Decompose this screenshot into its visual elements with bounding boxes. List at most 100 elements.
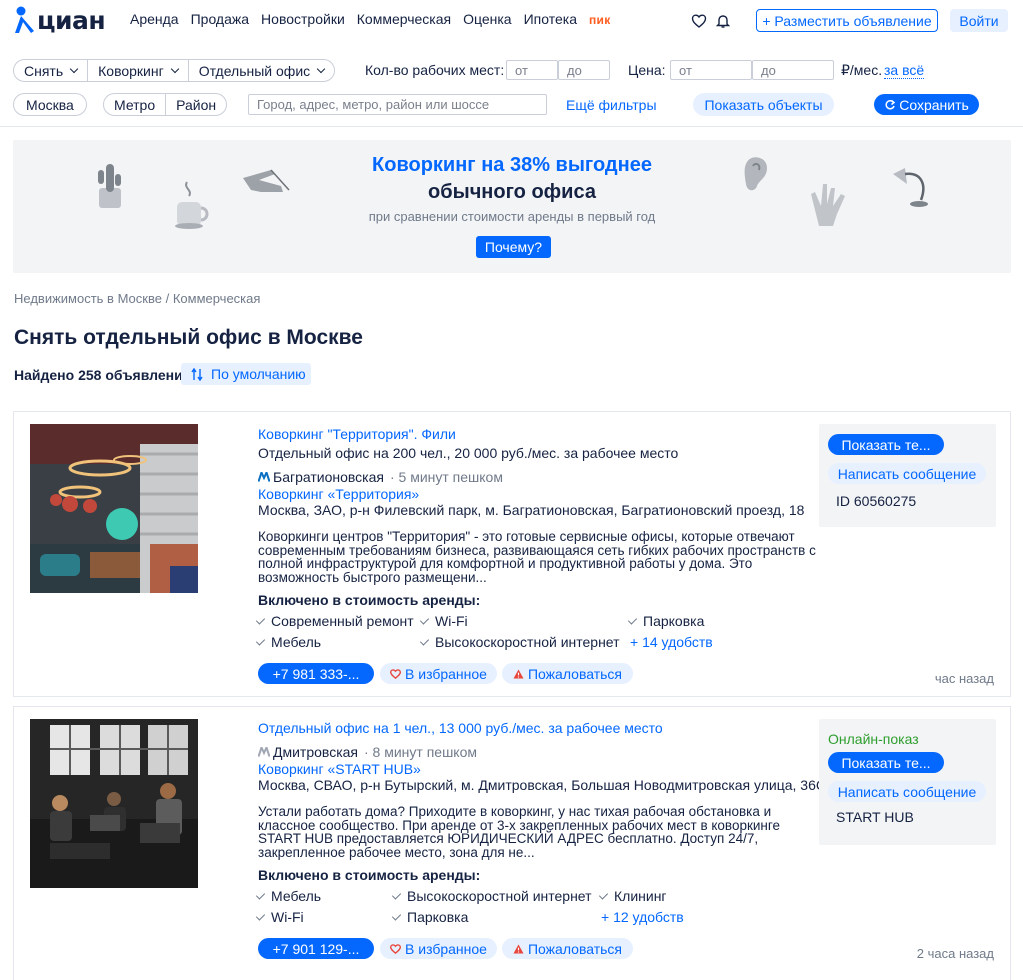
price-to-input[interactable]: до bbox=[752, 60, 834, 80]
main-nav: Аренда Продажа Новостройки Коммерческая … bbox=[130, 11, 611, 29]
deal-filter-group: Снять Коворкинг Отдельный офис bbox=[13, 59, 336, 82]
logo-icon bbox=[15, 6, 34, 33]
more-amenities-link[interactable]: + 12 удобств bbox=[601, 909, 684, 925]
report-label: Пожаловаться bbox=[527, 940, 622, 957]
amenity-item: Wi-Fi bbox=[419, 613, 468, 629]
report-button[interactable]: Пожаловаться bbox=[502, 938, 633, 959]
metro-name[interactable]: Багратионовская bbox=[273, 469, 384, 485]
amenity-item: Высокоскоростной интернет bbox=[419, 634, 620, 650]
amenity-item: Современный ремонт bbox=[255, 613, 414, 629]
heart-icon bbox=[390, 668, 402, 679]
show-phone-button[interactable]: Показать те... bbox=[828, 752, 944, 773]
heart-icon[interactable] bbox=[691, 13, 707, 29]
location-search-input[interactable]: Город, адрес, метро, район или шоссе bbox=[248, 94, 547, 115]
amenity-item: Парковка bbox=[627, 613, 705, 629]
deal-type-select[interactable]: Снять bbox=[14, 60, 89, 81]
amenity-item: Клининг bbox=[598, 888, 667, 904]
phone-button[interactable]: +7 901 129-... bbox=[258, 938, 374, 959]
listing-title[interactable]: Коворкинг "Территория". Фили bbox=[258, 426, 456, 442]
report-label: Пожаловаться bbox=[527, 665, 622, 682]
check-icon bbox=[255, 635, 266, 646]
save-search-label: Сохранить bbox=[899, 96, 969, 113]
post-ad-button[interactable]: + Разместить объявление bbox=[756, 9, 938, 32]
listing-address[interactable]: Москва, ЗАО, р-н Филевский парк, м. Багр… bbox=[258, 502, 804, 518]
warning-icon bbox=[513, 943, 524, 954]
promo-banner[interactable]: Коворкинг на 38% выгоднее обычного офиса… bbox=[13, 140, 1011, 273]
metro-name[interactable]: Дмитровская bbox=[273, 744, 358, 760]
heart-icon bbox=[390, 943, 402, 954]
report-button[interactable]: Пожаловаться bbox=[502, 663, 633, 684]
metro-station: Багратионовская · 5 минут пешком bbox=[258, 469, 503, 485]
login-button[interactable]: Войти bbox=[950, 9, 1008, 32]
banner-title-second-line: обычного офиса bbox=[428, 181, 596, 203]
included-label: Включено в стоимость аренды: bbox=[258, 592, 481, 608]
listing-title[interactable]: Отдельный офис на 1 чел., 13 000 руб./ме… bbox=[258, 720, 663, 736]
sort-icon bbox=[191, 367, 203, 381]
listing-description: Коворкинги центров "Территория" - это го… bbox=[258, 529, 816, 585]
workplaces-to-input[interactable]: до bbox=[558, 60, 610, 80]
amenity-item: Мебель bbox=[255, 634, 321, 650]
listing-card[interactable]: Коворкинг "Территория". Фили Отдельный о… bbox=[13, 411, 1011, 697]
sort-button[interactable]: По умолчанию bbox=[181, 363, 311, 385]
price-period-toggle[interactable]: за всё bbox=[884, 62, 925, 79]
nav-sale[interactable]: Продажа bbox=[191, 11, 249, 29]
more-amenities-link[interactable]: + 14 удобств bbox=[630, 634, 713, 650]
amenity-label: Клининг bbox=[614, 888, 667, 904]
header: циан Аренда Продажа Новостройки Коммерче… bbox=[0, 0, 1023, 42]
show-objects-button[interactable]: Показать объекты bbox=[693, 93, 834, 116]
write-message-button[interactable]: Написать сообщение bbox=[828, 781, 986, 802]
breadcrumb-commercial[interactable]: Коммерческая bbox=[173, 291, 261, 306]
check-icon bbox=[419, 635, 430, 646]
nav-valuation[interactable]: Оценка bbox=[463, 11, 512, 29]
contact-panel: Показать те... Написать сообщение ID 605… bbox=[819, 424, 996, 527]
more-filters-link[interactable]: Ещё фильтры bbox=[566, 97, 657, 113]
amenity-item: Мебель bbox=[255, 888, 322, 904]
check-icon bbox=[255, 614, 266, 625]
breadcrumb-realty[interactable]: Недвижимость в Москве bbox=[14, 291, 162, 306]
show-phone-button[interactable]: Показать те... bbox=[828, 434, 944, 455]
nav-pik[interactable]: пик bbox=[589, 11, 611, 29]
nav-commercial[interactable]: Коммерческая bbox=[357, 11, 451, 29]
amenity-label: Высокоскоростной интернет bbox=[435, 634, 620, 650]
price-from-input[interactable]: от bbox=[670, 60, 752, 80]
banner-why-button[interactable]: Почему? bbox=[476, 236, 551, 258]
listing-card[interactable]: Отдельный офис на 1 чел., 13 000 руб./ме… bbox=[13, 706, 1011, 980]
office-type-select[interactable]: Отдельный офис bbox=[189, 60, 334, 81]
logo[interactable]: циан bbox=[14, 3, 106, 37]
nav-rent[interactable]: Аренда bbox=[130, 11, 179, 29]
nav-mortgage[interactable]: Ипотека bbox=[524, 11, 577, 29]
logo-text: циан bbox=[37, 5, 106, 35]
city-select[interactable]: Москва bbox=[13, 93, 87, 116]
bell-icon[interactable] bbox=[715, 13, 731, 29]
coworking-link[interactable]: Коворкинг «Территория» bbox=[258, 486, 419, 502]
amenity-item: Wi-Fi bbox=[255, 909, 304, 925]
listing-photo[interactable] bbox=[30, 719, 198, 888]
write-message-button[interactable]: Написать сообщение bbox=[828, 463, 986, 484]
check-icon bbox=[598, 889, 609, 900]
listing-photo[interactable] bbox=[30, 424, 198, 593]
chevron-down-icon bbox=[69, 64, 79, 73]
add-to-favorites-button[interactable]: В избранное bbox=[380, 663, 497, 684]
workplaces-label: Кол-во рабочих мест: bbox=[365, 62, 505, 78]
walk-time: · 5 минут пешком bbox=[389, 469, 503, 485]
add-to-favorites-button[interactable]: В избранное bbox=[380, 938, 497, 959]
chevron-down-icon bbox=[170, 64, 179, 73]
category-select[interactable]: Коворкинг bbox=[88, 60, 189, 81]
deal-type-label: Снять bbox=[24, 62, 64, 79]
metro-toggle[interactable]: Метро bbox=[104, 94, 167, 115]
results-count: Найдено 258 объявлений bbox=[14, 367, 192, 383]
listing-address[interactable]: Москва, СВАО, р-н Бутырский, м. Дмитровс… bbox=[258, 777, 842, 793]
workplaces-from-input[interactable]: от bbox=[506, 60, 558, 80]
phone-button[interactable]: +7 981 333-... bbox=[258, 663, 374, 684]
location-type-group: Метро Район bbox=[103, 93, 228, 116]
nav-new-buildings[interactable]: Новостройки bbox=[261, 11, 345, 29]
amenity-item: Парковка bbox=[391, 909, 468, 925]
save-search-button[interactable]: Сохранить bbox=[874, 94, 979, 115]
check-icon bbox=[391, 889, 402, 900]
coworking-link[interactable]: Коворкинг «START HUB» bbox=[258, 761, 421, 777]
banner-title: Коворкинг на 38% выгоднее bbox=[372, 154, 652, 176]
district-toggle[interactable]: Район bbox=[166, 94, 226, 115]
amenity-label: Мебель bbox=[271, 888, 322, 904]
amenity-label: Парковка bbox=[643, 613, 705, 629]
office-type-label: Отдельный офис bbox=[198, 62, 311, 79]
